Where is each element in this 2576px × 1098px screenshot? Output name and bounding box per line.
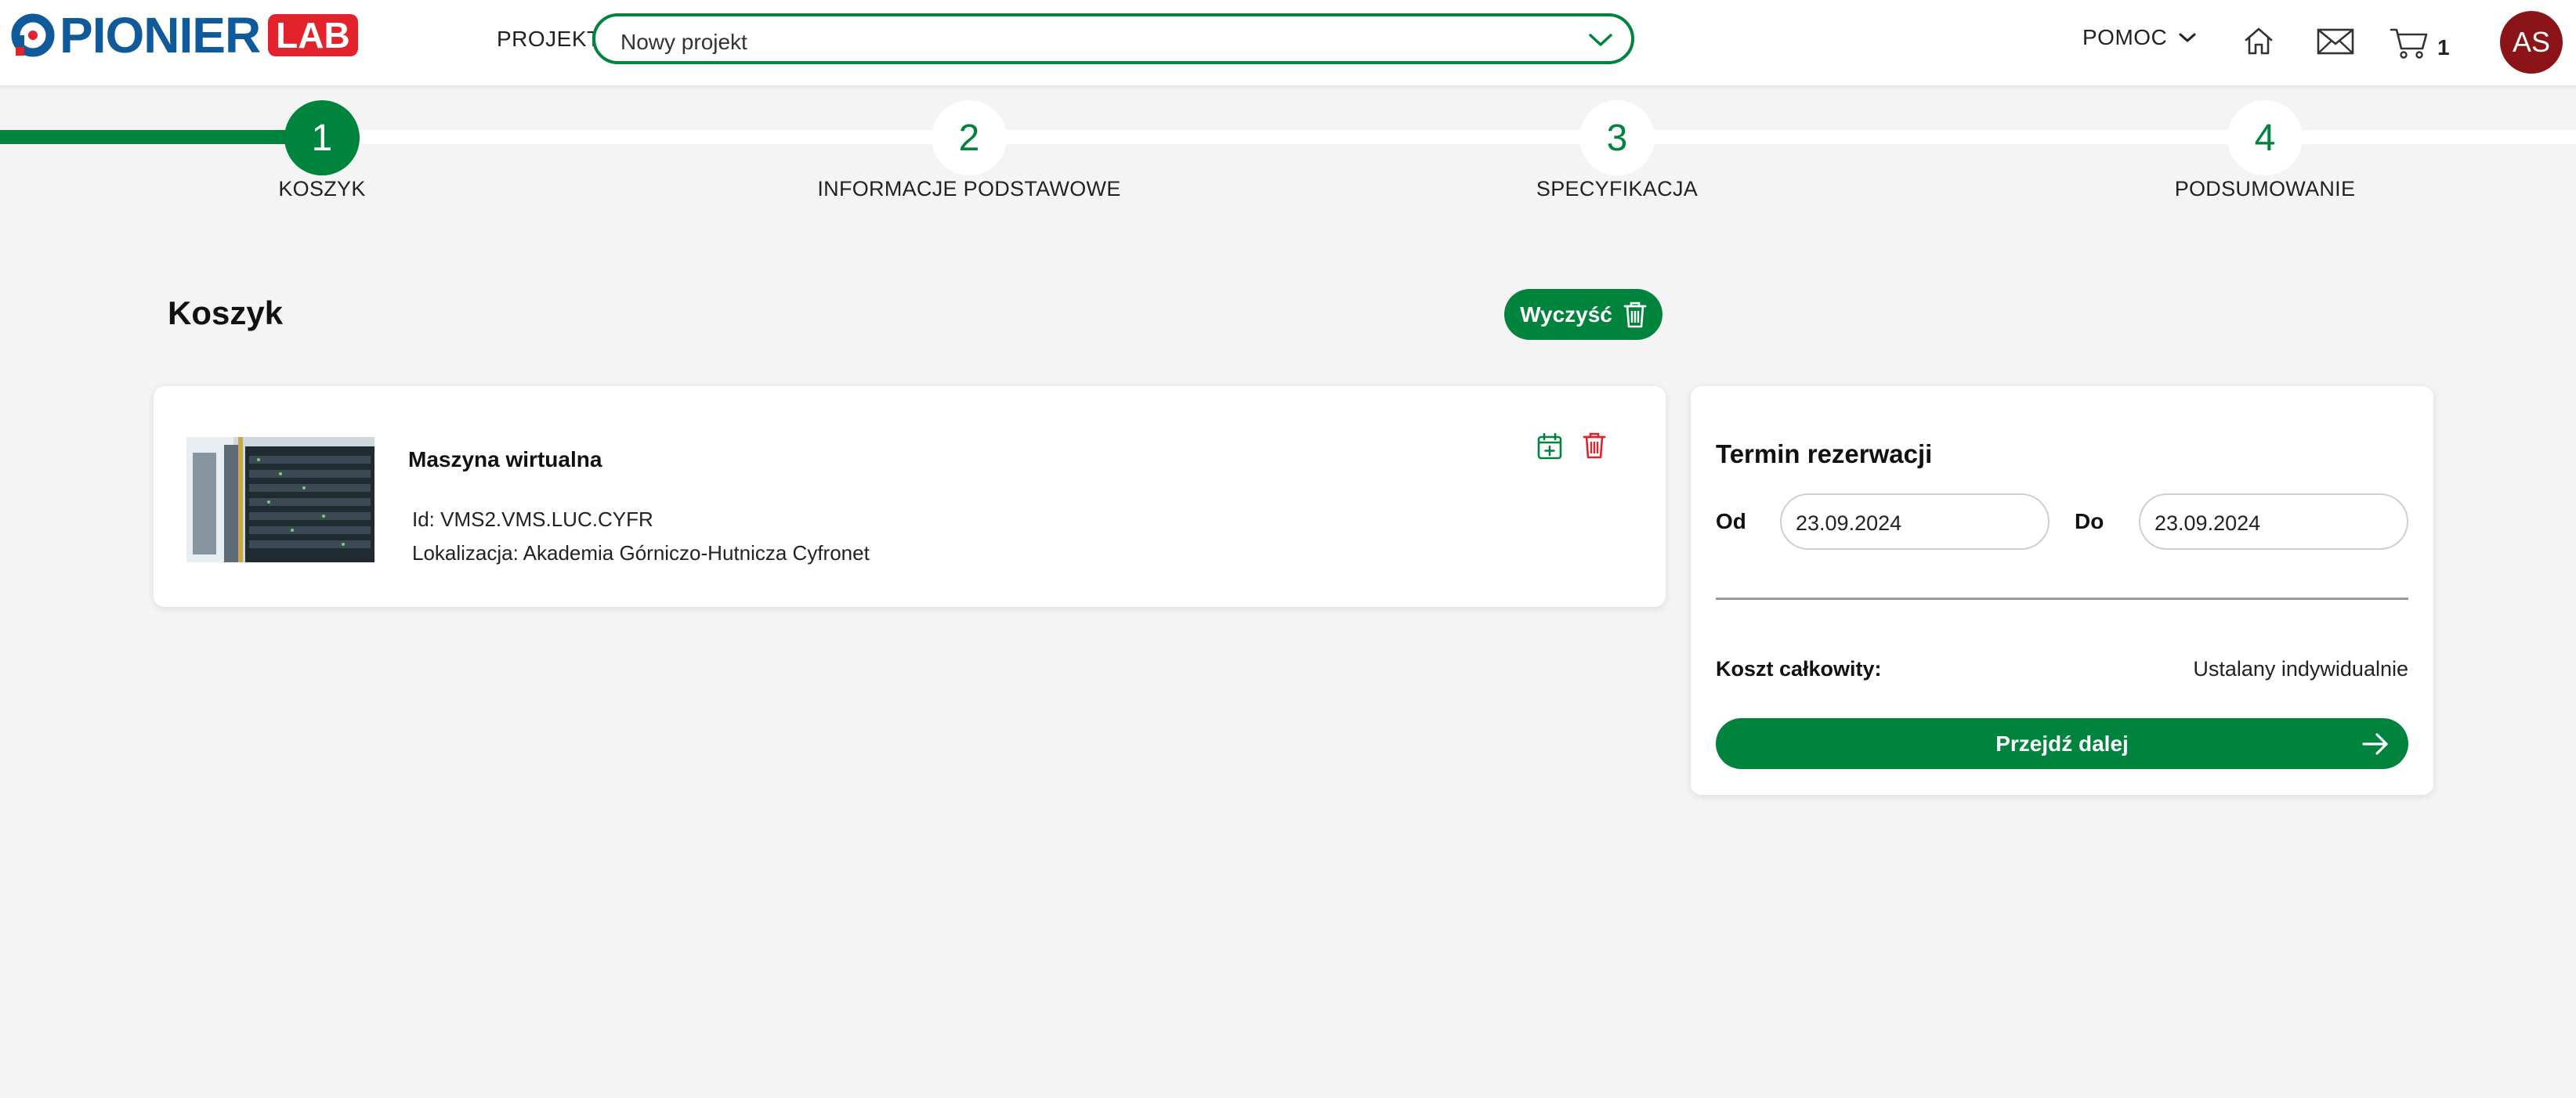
- step-1-circle[interactable]: 1: [284, 100, 360, 175]
- step-4-label: PODSUMOWANIE: [2174, 177, 2356, 200]
- calendar-add-icon[interactable]: [1537, 433, 1562, 460]
- server-rack-image: [186, 437, 374, 562]
- to-date-value: 23.09.2024: [2155, 511, 2261, 535]
- item-location: Lokalizacja: Akademia Górniczo-Hutnicza …: [412, 541, 870, 565]
- project-select[interactable]: Nowy projekt: [592, 13, 1634, 64]
- total-cost-label: Koszt całkowity:: [1716, 657, 1882, 681]
- arrow-right-icon: [2362, 733, 2388, 755]
- trash-icon: [1623, 302, 1647, 327]
- cart-icon[interactable]: [2390, 27, 2429, 60]
- step-4-circle[interactable]: 4: [2227, 100, 2303, 175]
- clear-cart-button[interactable]: Wyczyść: [1504, 289, 1662, 340]
- step-2-circle[interactable]: 2: [932, 100, 1007, 175]
- project-select-value: Nowy projekt: [620, 30, 747, 54]
- from-date-value: 23.09.2024: [1796, 511, 1902, 535]
- pionier-lab-logo[interactable]: PIONIER LAB: [9, 7, 358, 63]
- home-icon[interactable]: [2242, 25, 2275, 56]
- from-date-field[interactable]: 23.09.2024: [1780, 493, 2050, 550]
- proceed-label: Przejdź dalej: [1995, 731, 2129, 756]
- cart-item-card: Maszyna wirtualna Id: VMS2.VMS.LUC.CYFR …: [154, 386, 1666, 607]
- stepper-progress: [0, 130, 323, 144]
- proceed-button[interactable]: Przejdź dalej: [1716, 718, 2408, 769]
- top-header: PIONIER LAB PROJEKT Nowy projekt POMOC 1…: [0, 0, 2576, 85]
- user-avatar[interactable]: AS: [2500, 11, 2563, 74]
- trash-icon[interactable]: [1582, 432, 1607, 460]
- logo-mark-icon: [9, 13, 55, 58]
- chevron-down-icon: [2179, 33, 2196, 42]
- to-date-field[interactable]: 23.09.2024: [2139, 493, 2408, 550]
- step-3-circle[interactable]: 3: [1579, 100, 1655, 175]
- step-3-label: SPECYFIKACJA: [1536, 177, 1699, 200]
- logo-text: PIONIER: [60, 7, 261, 63]
- project-label: PROJEKT: [497, 27, 601, 51]
- cart-count-badge[interactable]: 1: [2437, 35, 2450, 60]
- step-1-label: KOSZYK: [278, 177, 366, 200]
- reservation-title: Termin rezerwacji: [1716, 439, 1933, 468]
- total-cost-value: Ustalany indywidualnie: [2193, 657, 2408, 681]
- stepper-track: [0, 130, 2576, 144]
- cart-title: Koszyk: [168, 294, 284, 331]
- item-name: Maszyna wirtualna: [408, 447, 602, 471]
- clear-cart-label: Wyczyść: [1520, 302, 1612, 327]
- help-menu[interactable]: POMOC: [2082, 25, 2197, 50]
- help-label: POMOC: [2082, 25, 2168, 49]
- step-2-label: INFORMACJE PODSTAWOWE: [817, 177, 1121, 200]
- chevron-down-icon: [1589, 34, 1612, 46]
- divider: [1716, 598, 2408, 600]
- mail-icon[interactable]: [2317, 28, 2354, 55]
- reservation-panel: Termin rezerwacji Od 23.09.2024 Do 23.09…: [1691, 386, 2433, 795]
- to-label: Do: [2075, 509, 2104, 533]
- logo-badge: LAB: [268, 14, 358, 56]
- from-label: Od: [1716, 509, 1746, 533]
- item-id: Id: VMS2.VMS.LUC.CYFR: [412, 507, 653, 531]
